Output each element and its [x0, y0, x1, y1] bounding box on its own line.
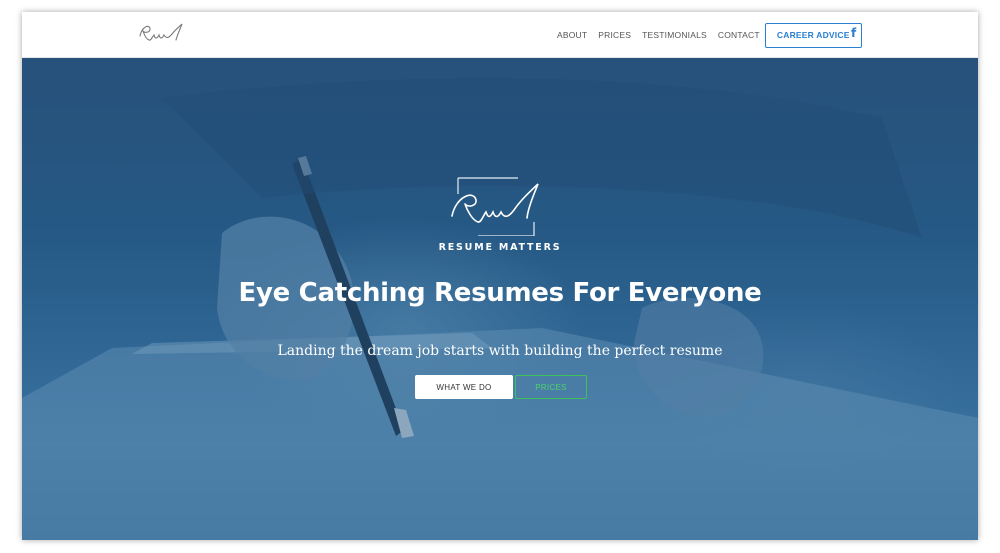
what-we-do-button[interactable]: WHAT WE DO [415, 375, 513, 399]
nav-link-prices[interactable]: PRICES [598, 30, 631, 40]
site-logo[interactable] [136, 20, 188, 46]
career-advice-button[interactable]: CAREER ADVICE [764, 22, 862, 48]
nav-link-contact[interactable]: CONTACT [718, 30, 760, 40]
facebook-icon[interactable]: f [851, 26, 861, 42]
nav-links: ABOUT PRICES TESTIMONIALS CONTACT CAREER… [557, 12, 862, 58]
resume-matters-logo [451, 177, 539, 236]
hero-section: RESUME MATTERS Eye Catching Resumes For … [22, 58, 978, 540]
hero-subtitle: Landing the dream job starts with buildi… [277, 343, 723, 359]
hero-title: Eye Catching Resumes For Everyone [238, 278, 762, 308]
hero-brand-name: RESUME MATTERS [438, 242, 562, 253]
browser-page: ABOUT PRICES TESTIMONIALS CONTACT CAREER… [22, 12, 978, 540]
nav-link-testimonials[interactable]: TESTIMONIALS [642, 30, 707, 40]
navbar: ABOUT PRICES TESTIMONIALS CONTACT CAREER… [22, 12, 978, 58]
nav-link-about[interactable]: ABOUT [557, 30, 587, 40]
prices-button[interactable]: PRICES [515, 375, 587, 399]
